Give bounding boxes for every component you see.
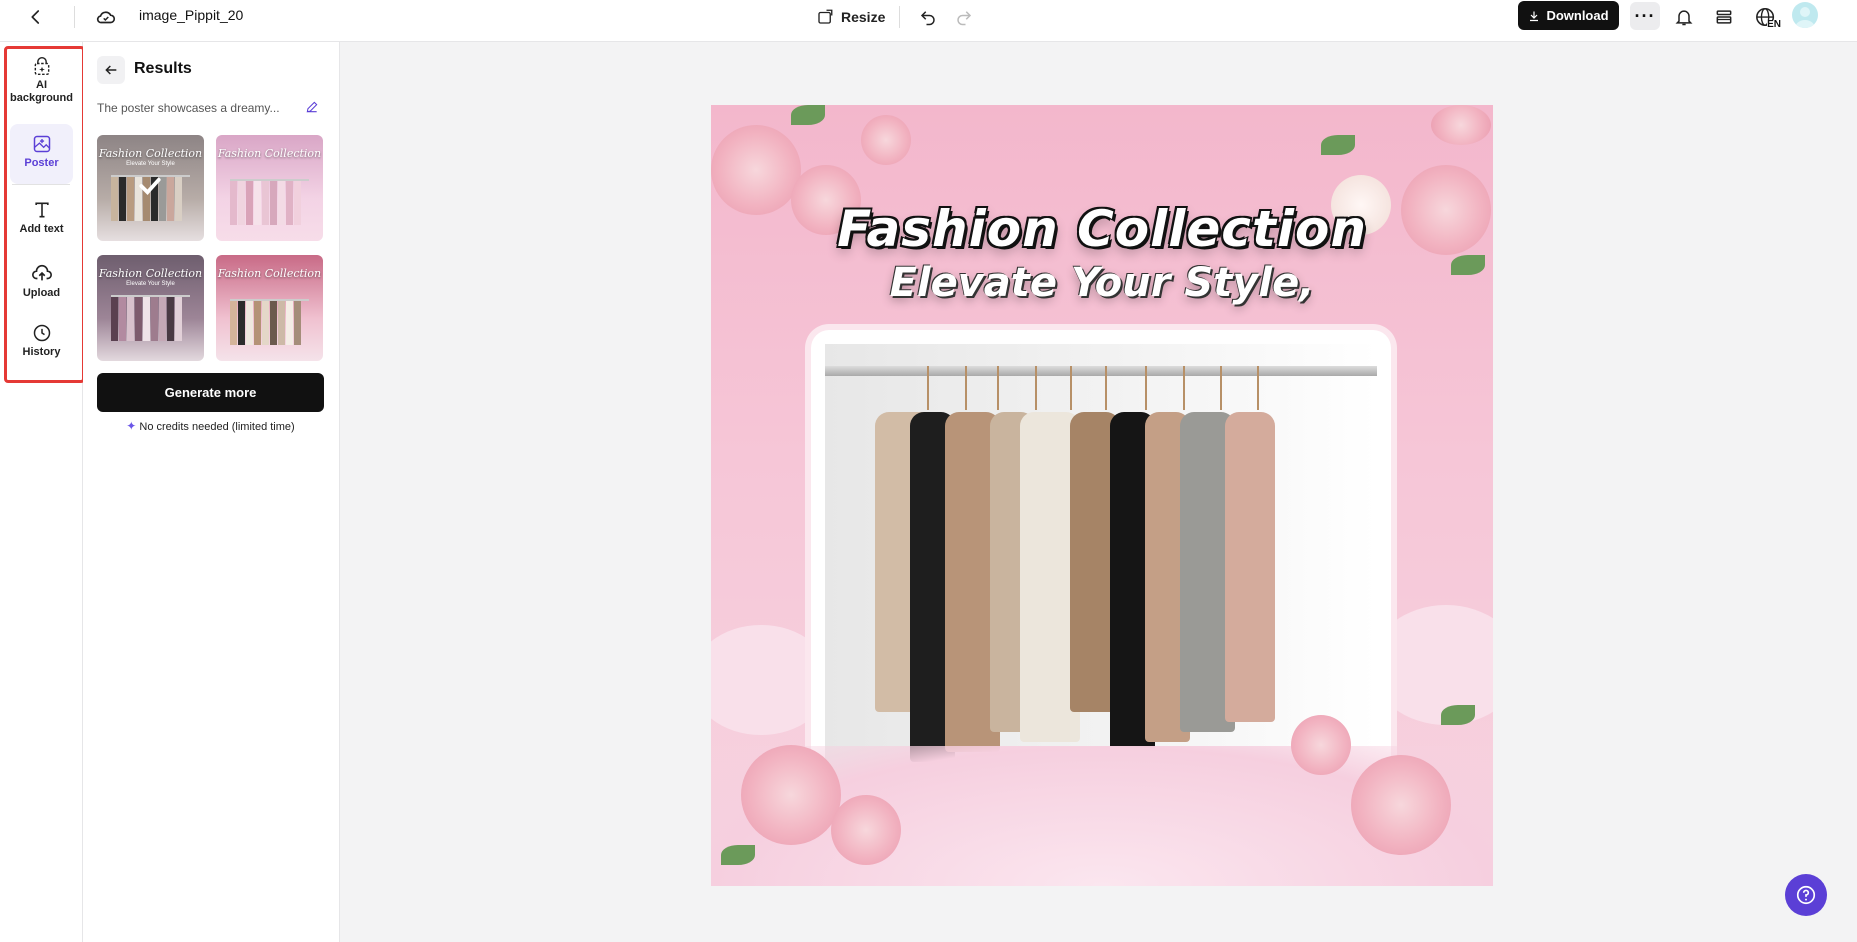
flower-decoration (741, 745, 841, 845)
flower-decoration (831, 795, 901, 865)
help-button[interactable] (1785, 874, 1827, 916)
cloud-icon (96, 11, 116, 24)
results-panel: Results The poster showcases a dreamy...… (83, 42, 340, 942)
download-button[interactable]: Download (1518, 1, 1619, 30)
results-back-button[interactable] (97, 56, 125, 84)
rail-item-poster[interactable]: Poster (10, 124, 73, 184)
hanger (1070, 366, 1072, 410)
thumbnail-subtitle: Elevate Your Style (126, 281, 175, 287)
flower-decoration (1431, 105, 1491, 145)
hanger (997, 366, 999, 410)
thumbnail-title: Fashion Collection (98, 147, 203, 160)
edit-prompt-icon[interactable] (305, 100, 321, 116)
thumbnail-title: Fashion Collection (217, 267, 322, 280)
notifications-button[interactable] (1670, 3, 1698, 31)
resize-icon (818, 9, 833, 24)
cloud-sync-button[interactable] (92, 3, 120, 31)
credits-note: ✦ No credits needed (limited time) (97, 419, 324, 433)
flower-decoration (861, 115, 911, 165)
hanger (1105, 366, 1107, 410)
divider (899, 6, 900, 28)
hanging-rod (825, 366, 1377, 376)
rail-item-label: AI background (10, 79, 73, 104)
divider (74, 6, 75, 28)
selected-check-icon (139, 177, 161, 195)
clothing-rack-photo (825, 344, 1377, 786)
leaf-decoration (721, 845, 755, 865)
rail-item-label: History (22, 346, 61, 358)
result-thumbnail-1[interactable]: Fashion Collection Elevate Your Style (97, 135, 204, 241)
generate-more-button[interactable]: Generate more (97, 373, 324, 412)
redo-button[interactable] (950, 3, 978, 31)
leaf-decoration (1321, 135, 1355, 155)
result-thumbnail-3[interactable]: Fashion Collection Elevate Your Style (97, 255, 204, 361)
top-bar: image_Pippit_20 Resize Download ··· EN (0, 0, 1857, 42)
help-icon (1796, 885, 1816, 905)
download-icon (1530, 11, 1539, 21)
thumbnail-subtitle: Elevate Your Style (126, 161, 175, 167)
more-options-button[interactable]: ··· (1630, 2, 1660, 30)
hanger (1257, 366, 1259, 410)
hanger (1035, 366, 1037, 410)
poster-title[interactable]: Fashion Collection (711, 200, 1493, 258)
leaf-decoration (791, 105, 825, 125)
chevron-left-icon (31, 10, 40, 24)
flower-decoration (1351, 755, 1451, 855)
poster-canvas[interactable]: Fashion Collection Elevate Your Style, (711, 105, 1493, 886)
upload-icon (31, 264, 52, 281)
rail-item-upload[interactable]: Upload (10, 262, 73, 300)
redo-icon (957, 11, 972, 26)
ai-background-icon (34, 56, 49, 76)
hanger (1145, 366, 1147, 410)
result-thumbnail-2[interactable]: Fashion Collection (216, 135, 323, 241)
resize-button[interactable]: Resize (816, 3, 885, 31)
thumbnail-rack (230, 179, 309, 225)
pencil-icon (306, 101, 318, 113)
result-thumbnail-4[interactable]: Fashion Collection (216, 255, 323, 361)
thumbnail-rack (230, 299, 309, 345)
rail-item-label: Poster (24, 157, 59, 169)
text-icon (34, 202, 49, 218)
rail-item-label: Add text (19, 223, 64, 235)
bell-icon (1675, 10, 1693, 26)
user-avatar[interactable] (1792, 2, 1818, 28)
hanger (965, 366, 967, 410)
resize-label: Resize (841, 9, 886, 25)
undo-icon (920, 11, 935, 26)
avatar-icon (1795, 7, 1815, 28)
divider (12, 184, 70, 185)
layers-icon (1716, 10, 1732, 24)
undo-button[interactable] (914, 3, 942, 31)
garment (1225, 412, 1275, 722)
file-name[interactable]: image_Pippit_20 (139, 7, 243, 23)
credits-note-text: No credits needed (limited time) (139, 421, 295, 433)
hanger (1220, 366, 1222, 410)
poster-subtitle[interactable]: Elevate Your Style, (711, 260, 1493, 306)
arrow-left-icon (105, 65, 117, 75)
rail-item-label: Upload (22, 287, 61, 299)
history-icon (33, 324, 50, 342)
tool-rail: AI background Poster Add text Upload His… (0, 42, 85, 942)
thumbnail-title: Fashion Collection (98, 267, 203, 280)
rail-item-history[interactable]: History (10, 323, 73, 359)
hanger (1183, 366, 1185, 410)
hanger (927, 366, 929, 410)
poster-icon (33, 135, 50, 153)
panel-title: Results (134, 60, 192, 77)
rail-item-ai-background[interactable]: AI background (10, 56, 73, 105)
more-dots-icon: ··· (1634, 5, 1656, 26)
sparkle-icon: ✦ (126, 419, 137, 433)
thumbnail-title: Fashion Collection (217, 147, 322, 160)
download-label: Download (1546, 8, 1609, 23)
language-button[interactable]: EN (1750, 2, 1782, 32)
flower-decoration (1291, 715, 1351, 775)
back-button[interactable] (22, 3, 50, 31)
rail-item-add-text[interactable]: Add text (10, 200, 73, 236)
layers-button[interactable] (1710, 3, 1738, 31)
prompt-text[interactable]: The poster showcases a dreamy... (97, 101, 297, 115)
leaf-decoration (1441, 705, 1475, 725)
thumbnail-rack (111, 295, 190, 341)
language-code: EN (1767, 19, 1781, 30)
